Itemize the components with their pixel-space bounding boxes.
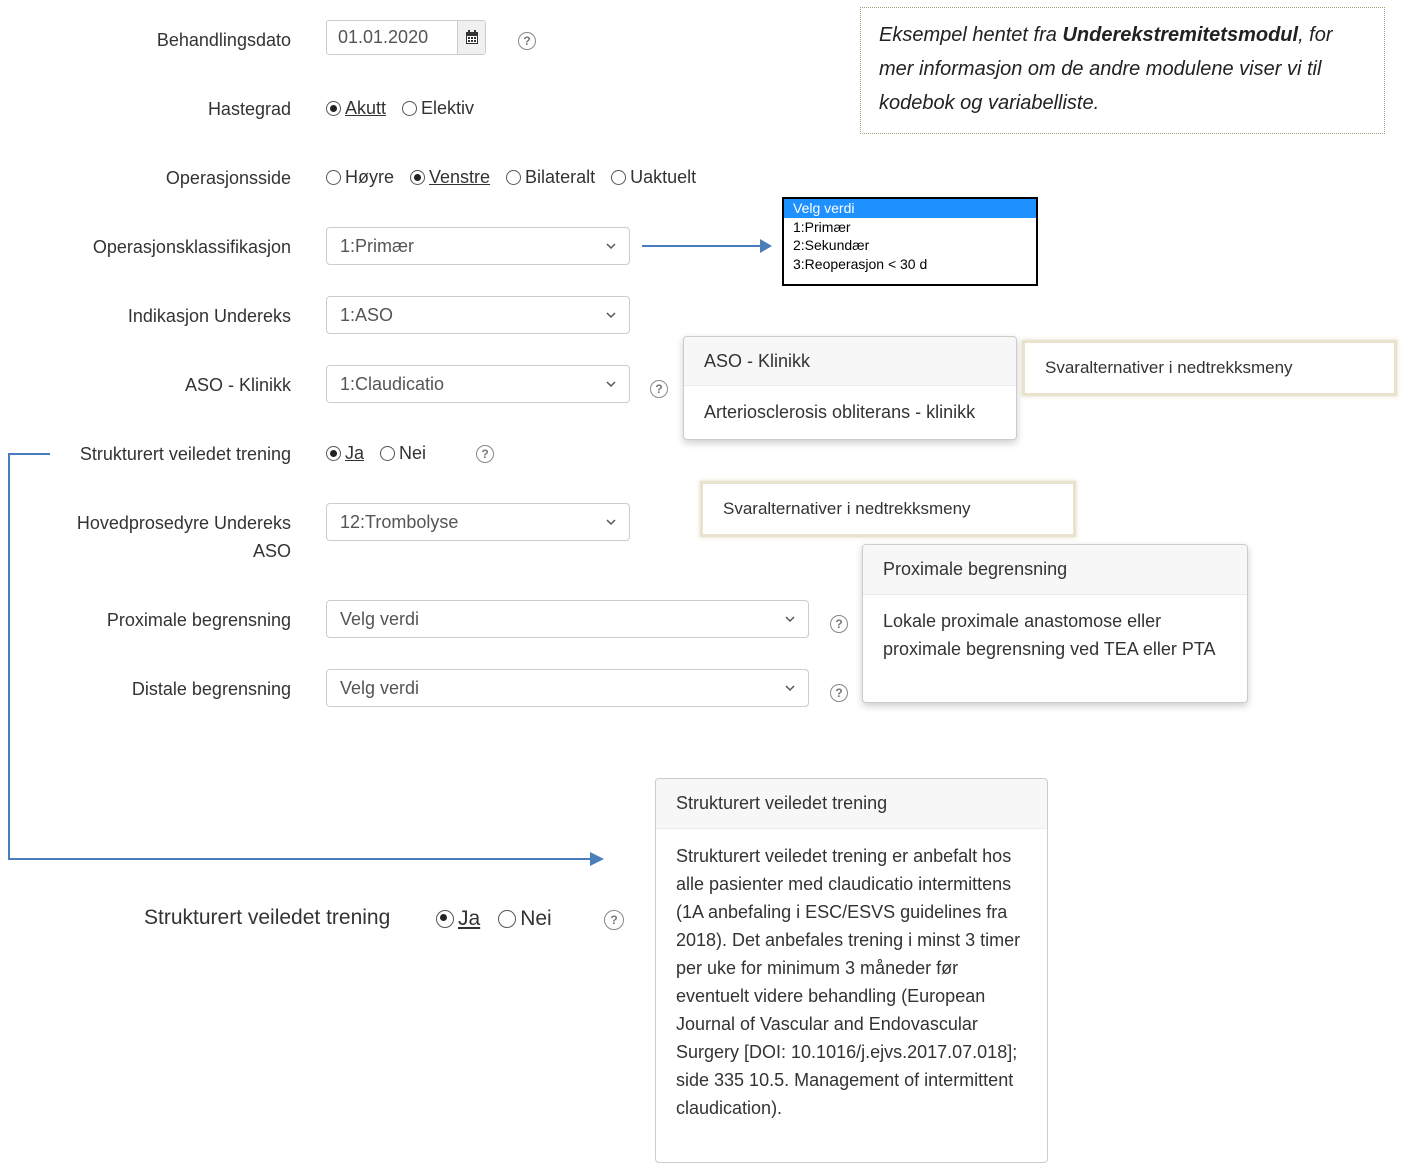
radio-unchecked-icon — [498, 910, 517, 928]
proximale-label: Proximale begrensning — [106, 610, 291, 630]
strukturert-large-radio-group: Ja Nei — [436, 907, 568, 931]
strukturert-popover: Strukturert veiledet trening Strukturert… — [655, 778, 1048, 1163]
dropdown-note-1: Svaralternativer i nedtrekksmeny — [1022, 340, 1397, 396]
distale-help-icon[interactable]: ? — [830, 684, 848, 702]
behandlingsdato-label: Behandlingsdato — [156, 30, 291, 50]
hastegrad-elektiv-radio[interactable]: Elektiv — [402, 98, 474, 119]
popover-title: ASO - Klinikk — [684, 337, 1016, 386]
radio-unchecked-icon — [506, 170, 522, 185]
operasjonsside-venstre-radio[interactable]: Venstre — [410, 167, 490, 188]
aso-klinikk-help-icon[interactable]: ? — [650, 380, 668, 398]
radio-checked-icon — [410, 170, 425, 185]
behandlingsdato-help-icon[interactable]: ? — [518, 32, 536, 50]
strukturert-large-label: Strukturert veiledet trening — [144, 906, 391, 929]
chevron-down-icon — [785, 616, 795, 623]
hastegrad-label: Hastegrad — [207, 99, 291, 119]
strukturert-large-help-icon[interactable]: ? — [604, 910, 624, 930]
operasjonsside-radio-group: Høyre Venstre Bilateralt Uaktuelt — [326, 167, 712, 188]
chevron-down-icon — [606, 381, 616, 388]
radio-checked-icon — [326, 101, 341, 116]
radio-unchecked-icon — [611, 170, 627, 185]
chevron-down-icon — [606, 312, 616, 319]
operasjonsside-label: Operasjonsside — [165, 168, 291, 188]
distale-select[interactable]: Velg verdi — [326, 669, 809, 707]
popover-body: Strukturert veiledet trening er anbefalt… — [676, 846, 1021, 1118]
popover-body: Lokale proximale anastomose eller proxim… — [883, 611, 1216, 659]
distale-label: Distale begrensning — [131, 679, 291, 699]
info-module: Underekstremitetsmodul — [1062, 24, 1299, 46]
operasjonsklassifikasjon-label: Operasjonsklassifikasjon — [92, 237, 291, 257]
operasjonsside-bilateralt-radio[interactable]: Bilateralt — [506, 167, 595, 188]
radio-unchecked-icon — [326, 170, 341, 185]
chevron-down-icon — [606, 519, 616, 526]
aso-klinikk-select[interactable]: 1:Claudicatio — [326, 365, 630, 403]
listbox-option[interactable]: 1:Primær — [784, 218, 1036, 237]
example-info-box: Eksempel hentet fra Underekstremitetsmod… — [860, 7, 1385, 134]
listbox-option[interactable]: Velg verdi — [784, 199, 1036, 218]
indikasjon-label: Indikasjon Undereks — [127, 306, 291, 326]
listbox-option[interactable]: 3:Reoperasjon < 30 d — [784, 255, 1036, 274]
hastegrad-akutt-radio[interactable]: Akutt — [326, 98, 386, 119]
strukturert-large-nei-radio[interactable]: Nei — [498, 907, 552, 931]
strukturert-large-ja-radio[interactable]: Ja — [436, 907, 480, 931]
radio-checked-icon — [436, 910, 454, 928]
hovedprosedyre-label: Hovedprosedyre Undereks ASO — [76, 513, 291, 561]
operasjonsside-hoyre-radio[interactable]: Høyre — [326, 167, 394, 188]
calendar-icon[interactable] — [458, 21, 485, 54]
hastegrad-radio-group: Akutt Elektiv — [326, 98, 490, 119]
operasjonsside-uaktuelt-radio[interactable]: Uaktuelt — [611, 167, 696, 188]
popover-title: Proximale begrensning — [863, 545, 1247, 595]
behandlingsdato-field[interactable]: 01.01.2020 — [326, 20, 486, 55]
listbox-option[interactable]: 2:Sekundær — [784, 236, 1036, 255]
aso-klinikk-popover: ASO - Klinikk Arteriosclerosis obliteran… — [683, 336, 1017, 440]
proximale-help-icon[interactable]: ? — [830, 615, 848, 633]
aso-klinikk-label: ASO - Klinikk — [184, 375, 291, 395]
dropdown-note-2: Svaralternativer i nedtrekksmeny — [700, 481, 1076, 537]
operasjonsklassifikasjon-listbox: Velg verdi 1:Primær 2:Sekundær 3:Reopera… — [782, 197, 1038, 286]
proximale-select[interactable]: Velg verdi — [326, 600, 809, 638]
date-value[interactable]: 01.01.2020 — [327, 21, 458, 54]
popover-body: Arteriosclerosis obliterans - klinikk — [704, 402, 976, 422]
chevron-down-icon — [785, 685, 795, 692]
info-prefix: Eksempel hentet fra — [879, 24, 1063, 46]
proximale-popover: Proximale begrensning Lokale proximale a… — [862, 544, 1248, 703]
hovedprosedyre-select[interactable]: 12:Trombolyse — [326, 503, 630, 541]
indikasjon-select[interactable]: 1:ASO — [326, 296, 630, 334]
chevron-down-icon — [606, 243, 616, 250]
arrow-to-listbox — [642, 239, 772, 253]
radio-unchecked-icon — [402, 101, 418, 116]
operasjonsklassifikasjon-select[interactable]: 1:Primær — [326, 227, 630, 265]
popover-title: Strukturert veiledet trening — [656, 779, 1047, 829]
